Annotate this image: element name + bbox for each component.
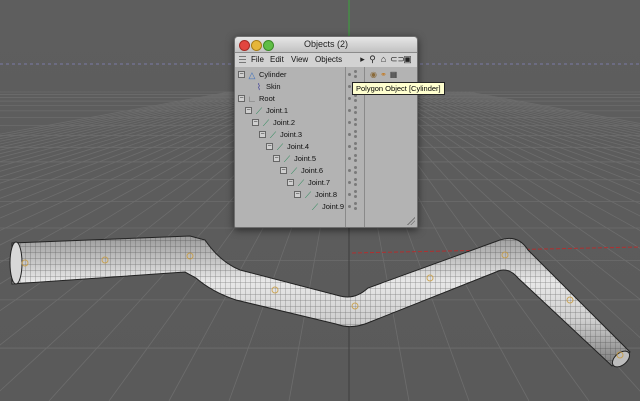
joint-icon: ⟋ <box>311 202 319 212</box>
visibility-dots-icon[interactable] <box>348 154 360 164</box>
search-icon[interactable]: ⚲ <box>367 54 378 65</box>
joint-icon: ⟋ <box>290 166 298 176</box>
collapse-toggle-icon[interactable]: − <box>280 167 287 174</box>
collapse-toggle-icon[interactable]: − <box>252 119 259 126</box>
collapse-toggle-icon[interactable]: − <box>266 143 273 150</box>
joint-icon: ⟋ <box>276 142 284 152</box>
joint-icon: ⟋ <box>283 154 291 164</box>
joint-icon: ⟋ <box>304 190 312 200</box>
grip-icon[interactable] <box>239 56 246 64</box>
visibility-dots-icon[interactable] <box>348 166 360 176</box>
tree-row[interactable]: − ∟ Root <box>235 93 345 105</box>
collapse-toggle-icon[interactable]: − <box>259 131 266 138</box>
tree-row-label[interactable]: Joint.7 <box>308 178 330 187</box>
collapse-toggle-icon[interactable]: − <box>294 191 301 198</box>
checker-tag-icon[interactable]: ▦ <box>389 70 398 79</box>
menu-edit[interactable]: Edit <box>270 55 284 64</box>
visibility-dots-icon[interactable] <box>348 202 360 212</box>
tree-row-label[interactable]: Joint.9 <box>322 202 344 211</box>
tree-row[interactable]: − ⟋ Joint.7 <box>235 177 345 189</box>
menu-objects[interactable]: Objects <box>315 55 342 64</box>
tree-row[interactable]: − ⟋ Joint.6 <box>235 165 345 177</box>
visibility-dots-icon[interactable] <box>348 118 360 128</box>
tree-row[interactable]: ⌇ Skin <box>235 81 345 93</box>
objects-window[interactable]: Objects (2) File Edit View Objects ▸ ⚲ ⌂… <box>234 36 418 228</box>
window-title: Objects (2) <box>303 39 348 49</box>
collapse-toggle-icon[interactable]: − <box>238 95 245 102</box>
tooltip: Polygon Object [Cylinder] <box>352 82 445 95</box>
visibility-dots-icon[interactable] <box>348 94 360 104</box>
tree-row-label[interactable]: Joint.8 <box>315 190 337 199</box>
menu-bar: File Edit View Objects ▸ ⚲ ⌂ ⊂⊃ ▣ <box>235 53 417 68</box>
tree-row-label[interactable]: Joint.2 <box>273 118 295 127</box>
skin-icon: ⌇ <box>256 82 262 92</box>
tree-row-label[interactable]: Joint.4 <box>287 142 309 151</box>
tree-row[interactable]: − ⟋ Joint.3 <box>235 129 345 141</box>
menu-view[interactable]: View <box>291 55 308 64</box>
home-icon[interactable]: ⌂ <box>378 54 389 65</box>
collapse-toggle-icon[interactable]: − <box>238 71 245 78</box>
column-divider[interactable] <box>345 67 346 227</box>
joint-icon: ⟋ <box>269 130 277 140</box>
visibility-dots-icon[interactable] <box>348 190 360 200</box>
tree-row[interactable]: − ⟋ Joint.5 <box>235 153 345 165</box>
tree-row-label[interactable]: Cylinder <box>259 70 287 79</box>
visibility-dots-icon[interactable] <box>348 142 360 152</box>
null-icon: ∟ <box>247 94 257 104</box>
tree-row[interactable]: − △ Cylinder <box>235 69 345 81</box>
link-icon[interactable]: ⊂⊃ <box>390 54 405 65</box>
tree-row[interactable]: − ⟋ Joint.2 <box>235 117 345 129</box>
new-window-icon[interactable]: ▣ <box>402 54 413 65</box>
joint-icon: ⟋ <box>262 118 270 128</box>
collapse-toggle-icon[interactable]: − <box>287 179 294 186</box>
tree-row-label[interactable]: Skin <box>266 82 281 91</box>
tree-row-label[interactable]: Joint.6 <box>301 166 323 175</box>
tree-row-label[interactable]: Joint.5 <box>294 154 316 163</box>
menu-file[interactable]: File <box>251 55 264 64</box>
phong-tag-icon[interactable]: ◉ <box>369 70 378 79</box>
joint-icon: ⟋ <box>255 106 263 116</box>
collapse-toggle-icon[interactable]: − <box>273 155 280 162</box>
visibility-dots-icon[interactable] <box>348 178 360 188</box>
tree-row[interactable]: − ⟋ Joint.8 <box>235 189 345 201</box>
tree-row[interactable]: − ⟋ Joint.4 <box>235 141 345 153</box>
tree-row-label[interactable]: Root <box>259 94 275 103</box>
joint-icon: ⟋ <box>297 178 305 188</box>
collapse-toggle-icon[interactable]: − <box>245 107 252 114</box>
weight-tag-icon[interactable]: ⚭ <box>379 70 388 79</box>
visibility-dots-icon[interactable] <box>348 70 360 80</box>
tree-row-label[interactable]: Joint.1 <box>266 106 288 115</box>
resize-handle[interactable] <box>407 217 415 225</box>
window-titlebar[interactable]: Objects (2) <box>235 37 417 53</box>
tree-row-label[interactable]: Joint.3 <box>280 130 302 139</box>
cylinder-icon: △ <box>248 70 256 80</box>
visibility-dots-icon[interactable] <box>348 106 360 116</box>
tree-row[interactable]: ⟋ Joint.9 <box>235 201 345 213</box>
tree-row[interactable]: − ⟋ Joint.1 <box>235 105 345 117</box>
visibility-dots-icon[interactable] <box>348 130 360 140</box>
